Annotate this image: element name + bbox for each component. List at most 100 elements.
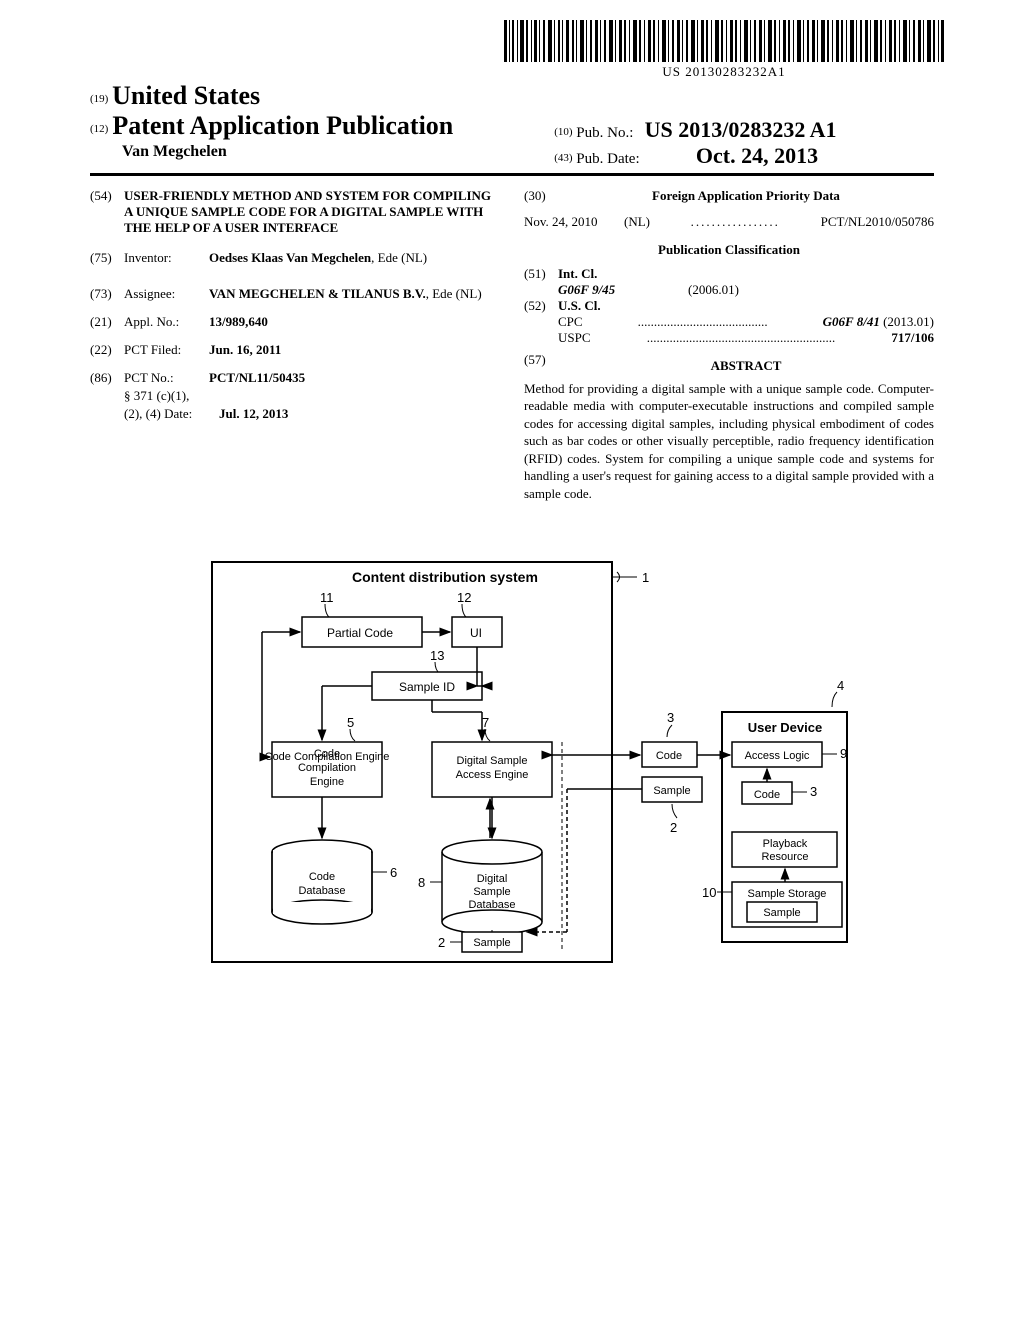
svg-text:3: 3 [810,784,817,799]
uspc-value: 717/106 [891,330,934,346]
pctno-label: PCT No.: [124,370,209,386]
cpc-value: G06F 8/41 [823,314,880,329]
svg-text:Code: Code [309,871,335,883]
foreign-priority-title: Foreign Application Priority Data [558,188,934,204]
foreign-country: (NL) [624,212,650,232]
inid-country: (19) [90,93,108,105]
svg-text:Partial Code: Partial Code [327,626,393,640]
inventor-label: Inventor: [124,250,209,266]
intcl-symbol: G06F 9/45 [558,282,688,298]
svg-text:Database: Database [298,885,345,897]
svg-text:Access Engine: Access Engine [456,769,529,781]
inid-title: (54) [90,188,124,236]
inid-foreign: (30) [524,188,558,212]
svg-text:4: 4 [837,678,844,693]
inid-abstract: (57) [524,352,558,380]
svg-text:User Device: User Device [748,720,822,735]
svg-text:Code: Code [754,789,780,801]
abstract-title: ABSTRACT [558,358,934,374]
intcl-version: (2006.01) [688,282,739,298]
svg-text:Sample Storage: Sample Storage [748,888,827,900]
uspc-label: USPC [558,330,591,346]
svg-text:Engine: Engine [310,776,344,788]
inid-pctno: (86) [90,370,124,386]
inid-pubtype: (12) [90,123,108,135]
s371-label: § 371 (c)(1), [124,388,500,404]
svg-text:Sample: Sample [763,907,800,919]
svg-text:Sample ID: Sample ID [399,680,455,694]
applno-label: Appl. No.: [124,314,209,330]
foreign-date: Nov. 24, 2010 [524,212,624,232]
pct-number: PCT/NL11/50435 [209,370,500,386]
inid-uscl: (52) [524,298,558,314]
cpc-version: (2013.01) [883,314,934,329]
svg-text:Compilation: Compilation [298,762,356,774]
inid-intcl: (51) [524,266,558,282]
uscl-label: U.S. Cl. [558,298,601,314]
pctfiled-label: PCT Filed: [124,342,209,358]
svg-text:7: 7 [482,715,489,730]
svg-text:Digital: Digital [477,873,508,885]
svg-text:Sample: Sample [473,886,510,898]
inventor-name: Oedses Klaas Van Megchelen [209,250,371,265]
cpc-label: CPC [558,314,583,330]
svg-text:1: 1 [642,570,649,585]
inid-pctfiled: (22) [90,342,124,358]
dots: ........................................ [583,314,823,330]
svg-text:10: 10 [702,885,716,900]
svg-text:Playback: Playback [763,838,808,850]
header-inventor: Van Megchelen [122,143,554,161]
inid-pubdate: (43) [554,152,572,164]
svg-text:Access Logic: Access Logic [745,750,810,762]
inventor-location: , Ede (NL) [371,250,427,265]
inid-inventor: (75) [90,250,124,266]
svg-text:5: 5 [347,715,354,730]
pubno-label: Pub. No.: [576,125,633,141]
country-name: United States [112,81,260,110]
publication-date: Oct. 24, 2013 [696,143,818,168]
barcode-text: US 20130283232A1 [504,64,944,80]
svg-text:Code: Code [314,748,340,760]
figure-diagram: Content distribution system 1 11 12 Part… [90,542,934,987]
intcl-label: Int. Cl. [558,266,597,282]
svg-text:9: 9 [840,746,847,761]
svg-text:11: 11 [320,590,334,605]
abstract-text: Method for providing a digital sample wi… [524,380,934,503]
svg-text:2: 2 [438,935,445,950]
application-number: 13/989,640 [209,314,500,330]
assignee-name: VAN MEGCHELEN & TILANUS B.V. [209,286,426,301]
svg-text:6: 6 [390,865,397,880]
pubdate-label: Pub. Date: [576,151,639,167]
svg-text:Sample: Sample [473,937,510,949]
svg-text:3: 3 [667,710,674,725]
assignee-location: , Ede (NL) [426,286,482,301]
svg-text:Digital Sample: Digital Sample [457,755,528,767]
barcode-image [504,20,944,62]
svg-text:2: 2 [670,820,677,835]
dots: ........................................… [591,330,892,346]
svg-text:8: 8 [418,875,425,890]
invention-title: USER-FRIENDLY METHOD AND SYSTEM FOR COMP… [124,188,500,236]
inid-pubno: (10) [554,126,572,138]
inid-assignee: (73) [90,286,124,302]
svg-text:UI: UI [470,626,482,640]
header-rule [90,173,934,176]
publication-number: US 2013/0283232 A1 [645,117,837,142]
barcode-block: US 20130283232A1 [90,20,944,81]
s371-dates-label: (2), (4) Date: [124,406,219,422]
inid-applno: (21) [90,314,124,330]
dots: ................. [650,212,821,232]
svg-text:Sample: Sample [653,785,690,797]
classification-title: Publication Classification [524,242,934,258]
s371-date: Jul. 12, 2013 [219,406,500,422]
svg-text:Code: Code [656,750,682,762]
svg-text:Database: Database [468,899,515,911]
svg-text:Resource: Resource [761,851,808,863]
publication-type: Patent Application Publication [112,111,453,140]
assignee-label: Assignee: [124,286,209,302]
svg-text:13: 13 [430,648,444,663]
pct-filed-date: Jun. 16, 2011 [209,342,500,358]
foreign-app-number: PCT/NL2010/050786 [821,212,934,232]
fig-title: Content distribution system [352,569,538,585]
svg-text:12: 12 [457,590,471,605]
